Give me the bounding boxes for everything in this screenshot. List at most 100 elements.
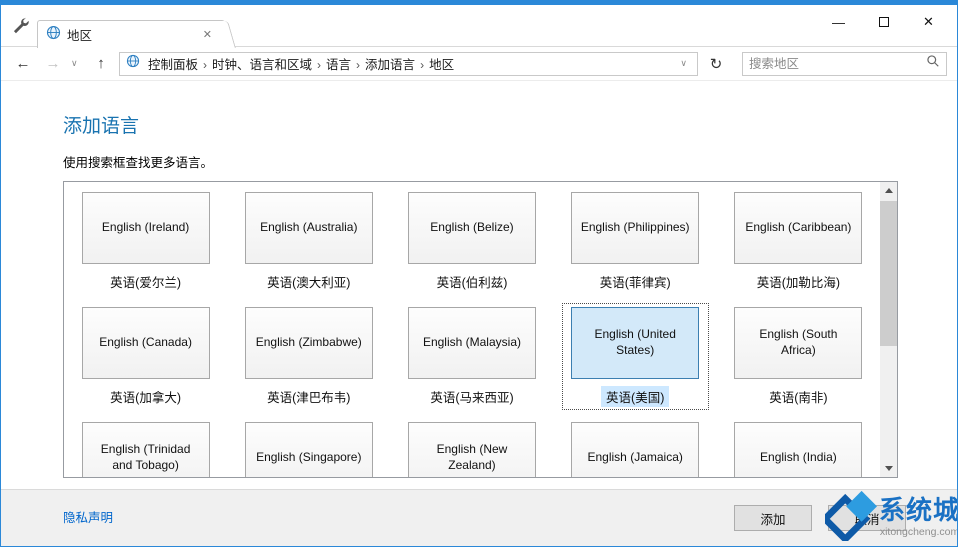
back-button[interactable]: ← bbox=[11, 52, 35, 76]
tools-icon bbox=[11, 17, 29, 35]
language-cell: English (Ireland) 英语(爱尔兰) bbox=[64, 192, 227, 307]
tab-region[interactable]: 地区 ✕ bbox=[37, 20, 225, 48]
region-icon bbox=[126, 54, 140, 73]
language-name: English (Philippines) bbox=[580, 220, 690, 235]
language-tile[interactable]: English (Australia) bbox=[244, 192, 373, 264]
language-tile[interactable]: English (Trinidad and Tobago) bbox=[81, 422, 210, 477]
language-native-name: 英语(加勒比海) bbox=[756, 276, 841, 290]
language-tile[interactable]: English (Ireland) bbox=[81, 192, 210, 264]
scrollbar-thumb[interactable] bbox=[880, 201, 897, 346]
forward-button[interactable]: → bbox=[41, 52, 65, 76]
language-cell: English (Philippines) 英语(菲律宾) bbox=[554, 192, 717, 307]
language-cell: English (Trinidad and Tobago) bbox=[64, 422, 227, 477]
language-tile[interactable]: English (Belize) bbox=[407, 192, 536, 264]
close-button[interactable]: ✕ bbox=[906, 7, 951, 37]
language-native-name: 英语(南非) bbox=[769, 391, 828, 405]
scroll-down-icon bbox=[884, 466, 893, 471]
breadcrumb: 控制面板 › 时钟、语言和区域 › 语言 › 添加语言 › 地区 bbox=[144, 54, 458, 74]
address-bar[interactable]: 控制面板 › 时钟、语言和区域 › 语言 › 添加语言 › 地区 ∨ bbox=[119, 51, 698, 76]
language-name: English (Caribbean) bbox=[745, 220, 852, 235]
language-name: English (Jamaica) bbox=[587, 450, 683, 465]
language-tile[interactable]: English (Singapore) bbox=[244, 422, 373, 477]
language-name: English (Belize) bbox=[430, 220, 514, 235]
language-name: English (Zimbabwe) bbox=[255, 335, 362, 350]
language-name: English (Malaysia) bbox=[422, 335, 521, 350]
add-button[interactable]: 添加 bbox=[734, 505, 812, 531]
language-name: English (India) bbox=[760, 450, 837, 465]
up-button[interactable]: ↑ bbox=[89, 52, 113, 76]
language-tile[interactable]: English (Jamaica) bbox=[571, 422, 700, 477]
language-tile[interactable]: English (India) bbox=[734, 422, 863, 477]
language-grid: English (Ireland) 英语(爱尔兰) English (Austral… bbox=[64, 182, 880, 477]
language-tile[interactable]: English (New Zealand) bbox=[407, 422, 536, 477]
language-cell: English (New Zealand) bbox=[390, 422, 553, 477]
language-tile[interactable]: English (Canada) bbox=[81, 307, 210, 379]
language-cell: English (United States) 英语(美国) bbox=[554, 303, 717, 422]
minimize-icon: — bbox=[832, 14, 845, 30]
language-tile[interactable]: English (United States) bbox=[571, 307, 700, 379]
forward-icon: → bbox=[45, 55, 61, 72]
maximize-button[interactable] bbox=[861, 7, 906, 37]
language-native-name: 英语(菲律宾) bbox=[599, 276, 671, 290]
close-icon: ✕ bbox=[923, 14, 934, 29]
language-name: English (Canada) bbox=[99, 335, 192, 350]
language-tile[interactable]: English (South Africa) bbox=[734, 307, 863, 379]
language-tile[interactable]: English (Malaysia) bbox=[407, 307, 536, 379]
language-cell: English (Belize) 英语(伯利兹) bbox=[390, 192, 553, 307]
language-tile[interactable]: English (Philippines) bbox=[571, 192, 700, 264]
privacy-statement-link[interactable]: 隐私声明 bbox=[63, 507, 113, 526]
control-panel-window: 地区 ✕ — ✕ ← → ∨ ↑ 控制面板 › 时钟、语言和区域 › 语言 › 添加语言 › 地… bbox=[0, 0, 958, 547]
language-cell: English (Malaysia) 英语(马来西亚) bbox=[390, 307, 553, 422]
vertical-scrollbar[interactable] bbox=[880, 182, 897, 477]
refresh-icon: ↻ bbox=[709, 55, 723, 73]
search-input[interactable] bbox=[749, 56, 926, 71]
titlebar: 地区 ✕ — ✕ bbox=[1, 5, 957, 48]
language-native-name: 英语(爱尔兰) bbox=[110, 276, 181, 290]
search-box bbox=[742, 51, 947, 76]
page-subtitle: 使用搜索框查找更多语言。 bbox=[63, 156, 214, 170]
history-chevron-icon[interactable]: ∨ bbox=[71, 58, 83, 69]
language-cell: English (Singapore) bbox=[227, 422, 390, 477]
breadcrumb-item[interactable]: 控制面板 bbox=[144, 56, 202, 74]
tab-close-icon[interactable]: ✕ bbox=[199, 26, 216, 43]
breadcrumb-item[interactable]: 添加语言 bbox=[361, 56, 419, 74]
language-name: English (United States) bbox=[594, 327, 676, 357]
address-dropdown-icon[interactable]: ∨ bbox=[676, 58, 691, 69]
search-icon[interactable] bbox=[926, 54, 940, 73]
language-tile[interactable]: English (Zimbabwe) bbox=[244, 307, 373, 379]
language-native-name: 英语(津巴布韦) bbox=[267, 391, 351, 405]
scroll-up-button[interactable] bbox=[880, 182, 897, 199]
language-cell: English (Caribbean) 英语(加勒比海) bbox=[717, 192, 880, 307]
language-name: English (Australia) bbox=[260, 220, 358, 235]
language-list-viewport: English (Ireland) 英语(爱尔兰) English (Austral… bbox=[64, 182, 880, 477]
globe-icon bbox=[46, 25, 61, 45]
language-name: English (Singapore) bbox=[256, 450, 362, 465]
language-name: English (Trinidad and Tobago) bbox=[100, 442, 191, 472]
language-tile[interactable]: English (Caribbean) bbox=[734, 192, 863, 264]
tab-title: 地区 bbox=[67, 29, 93, 43]
language-native-name: 英语(美国) bbox=[601, 386, 670, 407]
watermark: 系统城 xitongcheng.com bbox=[820, 489, 958, 546]
scroll-down-button[interactable] bbox=[880, 460, 897, 477]
language-cell: English (Zimbabwe) 英语(津巴布韦) bbox=[227, 307, 390, 422]
language-name: English (Ireland) bbox=[101, 220, 190, 235]
navigation-bar: ← → ∨ ↑ 控制面板 › 时钟、语言和区域 › 语言 › 添加语言 › 地区 ∨ ↻ bbox=[1, 47, 957, 81]
language-cell: English (South Africa) 英语(南非) bbox=[717, 307, 880, 422]
language-cell: English (Australia) 英语(澳大利亚) bbox=[227, 192, 390, 307]
page-title: 添加语言 bbox=[63, 116, 140, 137]
refresh-button[interactable]: ↻ bbox=[704, 52, 728, 76]
language-cell: English (Canada) 英语(加拿大) bbox=[64, 307, 227, 422]
language-list-box: English (Ireland) 英语(爱尔兰) English (Austral… bbox=[63, 181, 898, 478]
breadcrumb-item[interactable]: 语言 bbox=[322, 56, 355, 74]
language-cell: English (Jamaica) bbox=[554, 422, 717, 477]
watermark-domain: xitongcheng.com bbox=[879, 526, 958, 539]
language-cell: English (India) bbox=[717, 422, 880, 477]
language-native-name: 英语(加拿大) bbox=[110, 391, 181, 405]
language-native-name: 英语(马来西亚) bbox=[430, 391, 514, 405]
maximize-icon bbox=[878, 17, 889, 27]
minimize-button[interactable]: — bbox=[816, 7, 861, 37]
breadcrumb-item[interactable]: 地区 bbox=[425, 56, 458, 74]
breadcrumb-item[interactable]: 时钟、语言和区域 bbox=[208, 56, 316, 74]
watermark-brand: 系统城 bbox=[879, 495, 958, 526]
window-controls: — ✕ bbox=[816, 7, 951, 37]
